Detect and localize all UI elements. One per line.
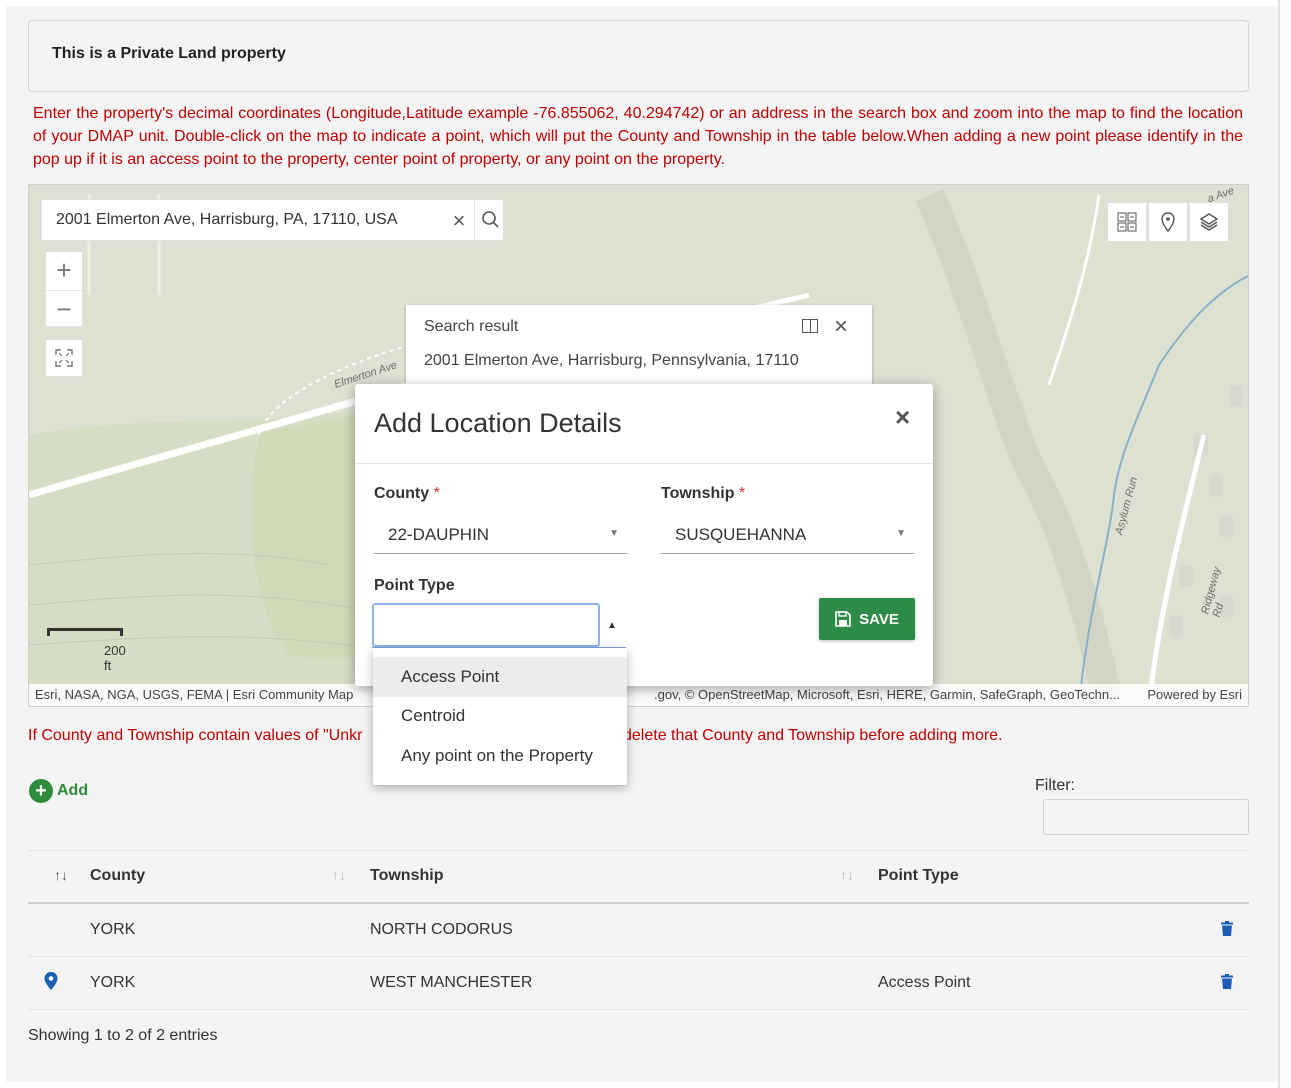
caret-down-icon: ▼ [896, 528, 906, 539]
map-search-box[interactable]: 2001 Elmerton Ave, Harrisburg, PA, 17110… [41, 199, 504, 241]
plus-circle-icon: + [29, 779, 53, 803]
table-info: Showing 1 to 2 of 2 entries [28, 1027, 218, 1044]
county-select-value: 22-DAUPHIN [388, 525, 490, 544]
scale-label: 200 ft [104, 643, 126, 673]
sort-icon[interactable]: ↑↓ [54, 867, 68, 883]
township-select[interactable]: SUSQUEHANNA ▼ [661, 516, 914, 554]
scroll-rail[interactable] [1278, 0, 1291, 1088]
search-icon[interactable] [474, 200, 505, 240]
option-any-point[interactable]: Any point on the Property [373, 736, 627, 776]
header-township[interactable]: Township [370, 867, 443, 885]
search-result-popup: Search result × 2001 Elmerton Ave, Harri… [406, 305, 872, 391]
zoom-out-button[interactable]: − [46, 290, 82, 328]
required-mark: * [738, 485, 746, 502]
close-icon[interactable]: × [895, 402, 910, 433]
map-search-input[interactable]: 2001 Elmerton Ave, Harrisburg, PA, 17110… [56, 211, 398, 229]
required-mark: * [433, 485, 440, 502]
save-button[interactable]: SAVE [819, 598, 915, 640]
township-label: Township * [661, 485, 745, 503]
map-scale: 200 ft [47, 628, 127, 673]
expand-icon[interactable] [45, 339, 83, 377]
map-attribution: Esri, NASA, NGA, USGS, FEMA | Esri Commu… [29, 684, 1248, 706]
caret-up-icon[interactable]: ▲ [607, 620, 617, 631]
map-instructions: Enter the property's decimal coordinates… [33, 105, 1243, 168]
layers-icon[interactable] [1189, 202, 1229, 242]
option-access-point[interactable]: Access Point [373, 657, 627, 697]
header-county[interactable]: County [90, 867, 145, 885]
option-centroid[interactable]: Centroid [373, 696, 627, 736]
sort-icon[interactable]: ↑↓ [840, 867, 854, 883]
table-row[interactable]: YORK WEST MANCHESTER Access Point [28, 957, 1249, 1010]
close-icon[interactable]: × [834, 313, 848, 341]
modal-divider [355, 463, 933, 464]
scale-bar [47, 628, 123, 636]
zoom-in-button[interactable]: + [46, 252, 82, 290]
cell-township: NORTH CODORUS [370, 921, 513, 938]
county-warning: If County and Township contain values of… [28, 727, 1003, 745]
add-button[interactable]: + Add [29, 778, 88, 804]
filter-label: Filter: [1035, 777, 1075, 794]
county-label: County * [374, 485, 440, 503]
sort-icon[interactable]: ↑↓ [332, 867, 346, 883]
point-type-input[interactable] [372, 603, 600, 647]
search-result-title: Search result [424, 318, 519, 335]
close-icon[interactable]: × [446, 208, 472, 234]
basemap-gallery-icon[interactable] [1107, 202, 1147, 242]
map-tools [1106, 202, 1229, 244]
table-row[interactable]: YORK NORTH CODORUS [28, 904, 1249, 957]
attribution-mid: .gov, © OpenStreetMap, Microsoft, Esri, … [654, 687, 1120, 702]
zoom-control: + − [45, 251, 83, 327]
filter-input[interactable] [1043, 799, 1249, 835]
township-select-value: SUSQUEHANNA [675, 525, 807, 544]
county-select[interactable]: 22-DAUPHIN ▼ [374, 516, 627, 554]
cell-county: YORK [90, 974, 136, 991]
modal-title: Add Location Details [374, 408, 622, 438]
locate-icon[interactable] [1148, 202, 1188, 242]
table-header: ↑↓ County ↑↓ Township ↑↓ Point Type [28, 850, 1249, 904]
add-location-modal: Add Location Details × County * 22-DAUPH… [355, 384, 933, 686]
county-warning-part2: delete that County and Township before a… [623, 727, 1003, 744]
dock-icon[interactable] [802, 319, 818, 333]
point-type-dropdown: Access Point Centroid Any point on the P… [373, 648, 627, 785]
cell-point-type: Access Point [878, 974, 971, 991]
private-land-notice: This is a Private Land property [28, 20, 1249, 92]
locations-table: ↑↓ County ↑↓ Township ↑↓ Point Type YORK… [28, 850, 1249, 1010]
cell-township: WEST MANCHESTER [370, 974, 533, 991]
cell-county: YORK [90, 921, 136, 938]
caret-down-icon: ▼ [609, 528, 619, 539]
add-label: Add [57, 782, 89, 799]
township-label-text: Township [661, 485, 735, 502]
powered-by-esri[interactable]: Powered by Esri [1147, 687, 1242, 702]
point-type-label: Point Type [374, 577, 455, 594]
county-label-text: County [374, 485, 430, 502]
trash-icon[interactable] [1221, 974, 1233, 994]
private-land-text: This is a Private Land property [52, 45, 286, 62]
county-warning-part1: If County and Township contain values of… [28, 727, 363, 744]
header-point-type[interactable]: Point Type [878, 867, 959, 885]
attribution-left: Esri, NASA, NGA, USGS, FEMA | Esri Commu… [35, 687, 354, 702]
floppy-disk-icon [835, 611, 851, 627]
search-result-address: 2001 Elmerton Ave, Harrisburg, Pennsylva… [424, 352, 799, 369]
trash-icon[interactable] [1221, 921, 1233, 941]
map-pin-icon[interactable] [44, 972, 58, 995]
save-label: SAVE [859, 610, 899, 628]
